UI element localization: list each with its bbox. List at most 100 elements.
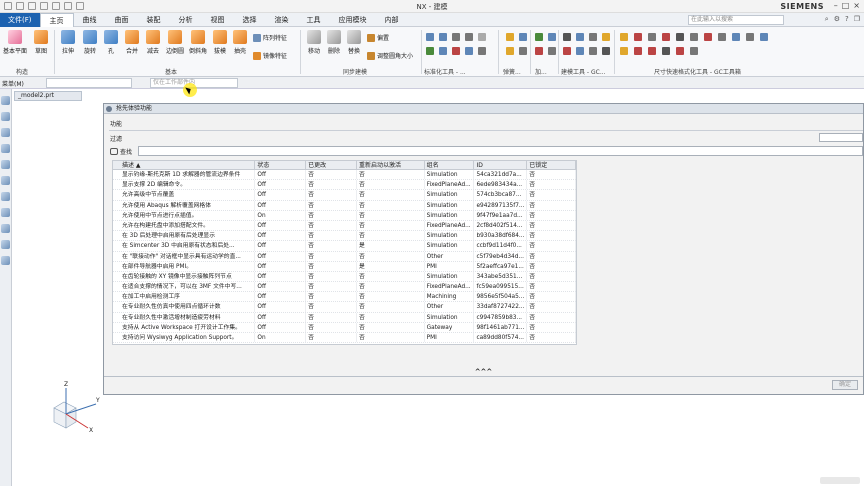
gc-tool-icon[interactable] [589,33,597,41]
selection-filter-combo[interactable] [46,78,132,88]
column-header-id[interactable]: ID [474,161,528,169]
tool-icon[interactable] [439,47,447,55]
tab-render[interactable]: 渲染 [266,13,298,27]
chamfer-button[interactable]: 倒斜角 [187,30,209,55]
hole-button[interactable]: 孔 [101,30,121,55]
add-icon[interactable] [548,47,556,55]
settings-icon[interactable]: ⚙ [834,15,840,24]
dimension-tool-icon[interactable] [732,33,740,41]
menu-button[interactable]: 菜单(M) [2,79,24,88]
extrude-button[interactable]: 拉伸 [58,30,78,55]
offset-button[interactable]: 偏置 [367,33,389,42]
spring-icon[interactable] [506,47,514,55]
dimension-tool-icon[interactable] [634,33,642,41]
part-file-tab[interactable]: _model2.prt [14,91,82,101]
roles-icon[interactable] [1,240,10,249]
command-search-input[interactable]: 在此输入以搜索 [688,15,784,25]
spring-icon[interactable] [506,33,514,41]
spring-icon[interactable] [519,47,527,55]
tool-icon[interactable] [465,33,473,41]
resize-blend-button[interactable]: 调整圆角大小 [367,51,413,60]
datum-plane-button[interactable]: 基本平面 [2,30,28,55]
table-row[interactable]: 在专业耐久性仿真中使用四点循环计数 Off 否否 Other 33daf8727422.… [113,302,576,313]
restore-icon[interactable]: ❐ [854,15,860,24]
tab-file[interactable]: 文件(F) [0,13,40,27]
table-row[interactable]: 支持访问 Wysiwyg Application Support。 On 否否 PMI… [113,333,576,344]
tab-internal[interactable]: 内部 [376,13,408,27]
tool-icon[interactable] [439,33,447,41]
tool-icon[interactable] [478,47,486,55]
table-row[interactable]: 在部件导航器中启用 PMI。 Off 否是 PMI 5f2aeffca97e1... 否 [113,261,576,272]
dimension-tool-icon[interactable] [760,33,768,41]
add-icon[interactable] [535,33,543,41]
gc-tool-icon[interactable] [563,47,571,55]
dimension-tool-icon[interactable] [704,33,712,41]
table-row[interactable]: 允许使用 Abaqus 解析覆盖网格体 Off 否否 Simulation e94289… [113,200,576,211]
tab-tools[interactable]: 工具 [298,13,330,27]
table-row[interactable]: 显示支撑 2D 编辑命令。 Off 否否 FixedPlaneAd... 6ede983… [113,180,576,191]
add-icon[interactable] [535,47,543,55]
move-face-button[interactable]: 移动 [304,30,324,55]
dimension-tool-icon[interactable] [676,33,684,41]
table-row[interactable]: 在 "联接动作" 对话框中显示具有运动学的直... Off 否否 Other c5f79… [113,251,576,262]
table-row[interactable]: 在齿轮接触的 XY 镜像中显示接触阵列节点 Off 否否 Simulation 343a… [113,271,576,283]
gc-tool-icon[interactable] [589,47,597,55]
gc-tool-icon[interactable] [602,47,610,55]
spring-icon[interactable] [519,33,527,41]
dimension-tool-icon[interactable] [662,47,670,55]
dimension-tool-icon[interactable] [690,47,698,55]
dimension-tool-icon[interactable] [634,47,642,55]
part-navigator-icon[interactable] [1,112,10,121]
search-icon[interactable]: ⌕ [825,15,829,24]
column-header-restart[interactable]: 重新启动以激活 [357,161,425,169]
add-icon[interactable] [548,33,556,41]
dimension-tool-icon[interactable] [746,33,754,41]
delete-face-button[interactable]: 删除 [324,30,344,55]
table-row[interactable]: 在专业耐久性中激活增材制造疲劳材料 Off 否否 Simulation c9947859… [113,312,576,323]
draft-button[interactable]: 拔模 [210,30,230,55]
tool-icon[interactable] [452,33,460,41]
gc-tool-icon[interactable] [576,33,584,41]
tool-icon[interactable] [478,33,486,41]
replace-face-button[interactable]: 替换 [344,30,364,55]
close-button[interactable]: × [853,1,860,10]
section-header-features[interactable]: 功能 [104,119,863,128]
subtract-button[interactable]: 减去 [143,30,163,55]
tab-curve[interactable]: 曲线 [74,13,106,27]
filter-input[interactable] [819,133,863,142]
pattern-feature-button[interactable]: 阵列特征 [253,33,287,42]
tool-icon[interactable] [426,47,434,55]
tool-icon[interactable] [465,47,473,55]
process-studio-icon[interactable] [1,224,10,233]
maximize-button[interactable]: □ [842,1,850,10]
table-row[interactable]: 在加工中启用检测工序 Off 否否 Machining 9856e5f504a5... 否 [113,292,576,303]
collapse-toggle[interactable]: ^^^ [104,368,863,376]
column-header-state[interactable]: 状态 [255,161,307,169]
tab-view[interactable]: 视图 [202,13,234,27]
dimension-tool-icon[interactable] [718,33,726,41]
web-browser-icon[interactable] [1,192,10,201]
tab-assembly[interactable]: 装配 [138,13,170,27]
tab-select[interactable]: 选择 [234,13,266,27]
sketch-button[interactable]: 草图 [31,30,51,55]
unite-button[interactable]: 合并 [122,30,142,55]
tool-icon[interactable] [452,47,460,55]
ok-button[interactable]: 确定 [832,380,858,390]
table-row[interactable]: 在适合支撑的情况下，可以在 3MF 文件中写... Off 否否 FixedPlane… [113,282,576,293]
revolve-button[interactable]: 旋转 [80,30,100,55]
dimension-tool-icon[interactable] [662,33,670,41]
shell-button[interactable]: 抽壳 [230,30,250,55]
tab-surface[interactable]: 曲面 [106,13,138,27]
system-scene-icon[interactable] [1,256,10,265]
settings-icon[interactable] [1,96,10,105]
edge-blend-button[interactable]: 边倒圆 [164,30,186,55]
tab-applications[interactable]: 应用模块 [330,13,376,27]
column-header-changed[interactable]: 已更改 [306,161,357,169]
dimension-tool-icon[interactable] [620,33,628,41]
reuse-library-icon[interactable] [1,160,10,169]
tab-home[interactable]: 主页 [39,13,74,27]
tool-icon[interactable] [426,33,434,41]
table-row[interactable]: 允许在构建托盘中添加搭配文件。 Off 否否 FixedPlaneAd... 2cf8d… [113,220,576,232]
column-header-group[interactable]: 组名 [425,161,475,169]
dimension-tool-icon[interactable] [676,47,684,55]
